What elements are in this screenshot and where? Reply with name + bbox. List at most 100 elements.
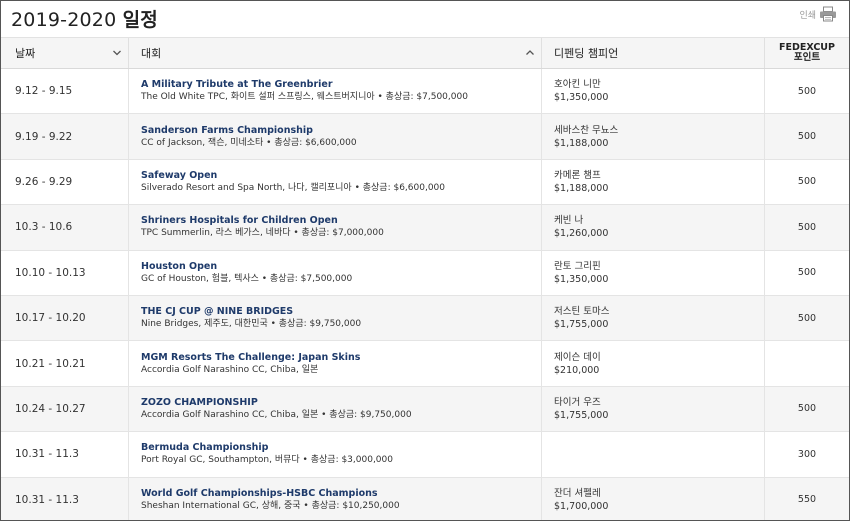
row-event: THE CJ CUP @ NINE BRIDGES Nine Bridges, … — [129, 295, 542, 341]
table-row: 10.10 - 10.13 Houston Open GC of Houston… — [1, 250, 849, 296]
top-bar: 2019-2020 일정 인쇄 — [1, 1, 849, 37]
row-event: Sanderson Farms Championship CC of Jacks… — [129, 114, 542, 159]
row-points: 500 — [797, 131, 817, 143]
row-date: 10.3 - 10.6 — [1, 205, 129, 250]
table-row: 10.17 - 10.20 THE CJ CUP @ NINE BRIDGES … — [1, 295, 849, 342]
row-event: Houston Open GC of Houston, 험블, 텍사스 • 총상… — [129, 250, 542, 295]
header-event-label: 대회 — [141, 47, 162, 60]
header-date[interactable]: 날짜 — [1, 38, 129, 68]
event-link[interactable]: Sanderson Farms Championship — [141, 124, 541, 137]
event-link[interactable]: Houston Open — [141, 260, 541, 273]
row-champion: 카메론 챔프 $1,188,000 — [542, 159, 765, 205]
champion-prize: $1,350,000 — [554, 273, 609, 285]
row-champion: 란토 그리핀 $1,350,000 — [542, 250, 765, 295]
row-points — [765, 341, 849, 385]
champion-name: 케빈 나 — [554, 215, 584, 227]
event-link[interactable]: A Military Tribute at The Greenbrier — [141, 78, 541, 91]
page-title-season: 2019-2020 — [11, 9, 123, 31]
champion-name: 호아킨 니만 — [554, 79, 601, 91]
chevron-down-icon — [113, 50, 121, 56]
header-date-label: 날짜 — [15, 47, 36, 60]
event-venue: CC of Jackson, 잭슨, 미네소타 • 총상금: $6,600,00… — [141, 137, 357, 148]
page-title: 2019-2020 일정 — [11, 5, 158, 32]
row-champion: 세바스찬 무뇨스 $1,188,000 — [542, 114, 765, 159]
row-event: Safeway Open Silverado Resort and Spa No… — [129, 159, 542, 205]
row-champion: 타이거 우즈 $1,755,000 — [542, 386, 765, 432]
row-champion: 호아킨 니만 $1,350,000 — [542, 69, 765, 114]
event-venue: Accordia Golf Narashino CC, Chiba, 일본 — [141, 364, 319, 375]
event-venue: Nine Bridges, 제주도, 대한민국 • 총상금: $9,750,00… — [141, 319, 362, 330]
event-link[interactable]: Shriners Hospitals for Children Open — [141, 214, 541, 227]
table-row: 10.31 - 11.3 Bermuda Championship Port R… — [1, 432, 849, 478]
champion-name: 저스틴 토마스 — [554, 306, 610, 318]
champion-name: 카메론 챔프 — [554, 169, 601, 181]
print-label: 인쇄 — [799, 10, 816, 21]
event-link[interactable]: ZOZO CHAMPIONSHIP — [141, 396, 541, 409]
row-event: MGM Resorts The Challenge: Japan Skins A… — [129, 341, 542, 386]
event-venue: Sheshan International GC, 상해, 중국 • 총상금: … — [141, 500, 400, 511]
row-event: World Golf Championships-HSBC Champions … — [129, 477, 542, 520]
champion-name: 잔더 셔펠레 — [554, 487, 601, 499]
row-date: 10.24 - 10.27 — [1, 386, 129, 432]
row-points: 500 — [797, 403, 817, 415]
event-link[interactable]: Safeway Open — [141, 169, 541, 182]
row-event: A Military Tribute at The Greenbrier The… — [129, 69, 542, 114]
row-champion — [542, 432, 765, 477]
table-row: 10.31 - 11.3 World Golf Championships-HS… — [1, 477, 849, 520]
champion-prize: $210,000 — [554, 364, 600, 376]
champion-prize: $1,755,000 — [554, 409, 609, 421]
row-champion: 저스틴 토마스 $1,755,000 — [542, 295, 765, 341]
row-points: 550 — [797, 494, 817, 506]
event-link[interactable]: Bermuda Championship — [141, 441, 541, 454]
row-date: 10.10 - 10.13 — [1, 250, 129, 295]
row-points: 500 — [797, 267, 817, 279]
row-points: 500 — [797, 312, 817, 324]
event-link[interactable]: THE CJ CUP @ NINE BRIDGES — [141, 305, 541, 318]
event-venue: Silverado Resort and Spa North, 나다, 캘리포니… — [141, 182, 446, 193]
header-points-line2: 포인트 — [793, 52, 821, 63]
event-venue: Port Royal GC, Southampton, 버뮤다 • 총상금: $… — [141, 455, 393, 466]
row-date: 10.17 - 10.20 — [1, 295, 129, 341]
row-event: ZOZO CHAMPIONSHIP Accordia Golf Narashin… — [129, 386, 542, 432]
champion-name: 란토 그리핀 — [554, 260, 601, 272]
event-venue: TPC Summerlin, 라스 베가스, 네바다 • 총상금: $7,000… — [141, 228, 384, 239]
row-champion: 잔더 셔펠레 $1,700,000 — [542, 477, 765, 520]
table-row: 9.26 - 9.29 Safeway Open Silverado Resor… — [1, 159, 849, 206]
champion-prize: $1,260,000 — [554, 228, 609, 240]
table-row: 9.19 - 9.22 Sanderson Farms Championship… — [1, 114, 849, 160]
row-champion: 제이슨 데이 $210,000 — [542, 341, 765, 386]
table-header: 날짜 대회 디펜딩 챔피언 FEDEXCUP 포인트 — [1, 37, 849, 69]
row-date: 9.19 - 9.22 — [1, 114, 129, 159]
champion-prize: $1,188,000 — [554, 137, 609, 149]
table-row: 10.24 - 10.27 ZOZO CHAMPIONSHIP Accordia… — [1, 386, 849, 433]
event-link[interactable]: World Golf Championships-HSBC Champions — [141, 487, 541, 500]
header-event[interactable]: 대회 — [129, 38, 542, 68]
schedule-window: 2019-2020 일정 인쇄 날짜 대회 디펜딩 챔피언 FEDEXCUP 포… — [0, 0, 850, 521]
champion-prize: $1,755,000 — [554, 319, 609, 331]
row-event: Bermuda Championship Port Royal GC, Sout… — [129, 432, 542, 477]
print-button[interactable]: 인쇄 — [799, 6, 837, 22]
row-points: 500 — [797, 85, 817, 97]
header-champion: 디펜딩 챔피언 — [542, 38, 765, 68]
champion-prize: $1,350,000 — [554, 92, 609, 104]
champion-name: 제이슨 데이 — [554, 351, 601, 363]
event-link[interactable]: MGM Resorts The Challenge: Japan Skins — [141, 351, 541, 364]
row-points: 500 — [797, 221, 817, 233]
header-champion-label: 디펜딩 챔피언 — [554, 47, 619, 60]
table-row: 10.21 - 10.21 MGM Resorts The Challenge:… — [1, 341, 849, 387]
event-venue: GC of Houston, 험블, 텍사스 • 총상금: $7,500,000 — [141, 273, 353, 284]
row-date: 10.31 - 11.3 — [1, 477, 129, 520]
row-date: 10.21 - 10.21 — [1, 341, 129, 386]
printer-icon — [820, 6, 836, 22]
row-event: Shriners Hospitals for Children Open TPC… — [129, 205, 542, 250]
champion-prize: $1,188,000 — [554, 182, 609, 194]
champion-name: 세바스찬 무뇨스 — [554, 124, 619, 136]
row-date: 9.12 - 9.15 — [1, 69, 129, 114]
table-row: 9.12 - 9.15 A Military Tribute at The Gr… — [1, 69, 849, 115]
table-row: 10.3 - 10.6 Shriners Hospitals for Child… — [1, 205, 849, 251]
event-venue: Accordia Golf Narashino CC, Chiba, 일본 • … — [141, 409, 412, 420]
row-points: 300 — [797, 448, 817, 460]
row-date: 9.26 - 9.29 — [1, 159, 129, 205]
chevron-up-icon — [526, 50, 534, 55]
champion-prize: $1,700,000 — [554, 500, 609, 512]
